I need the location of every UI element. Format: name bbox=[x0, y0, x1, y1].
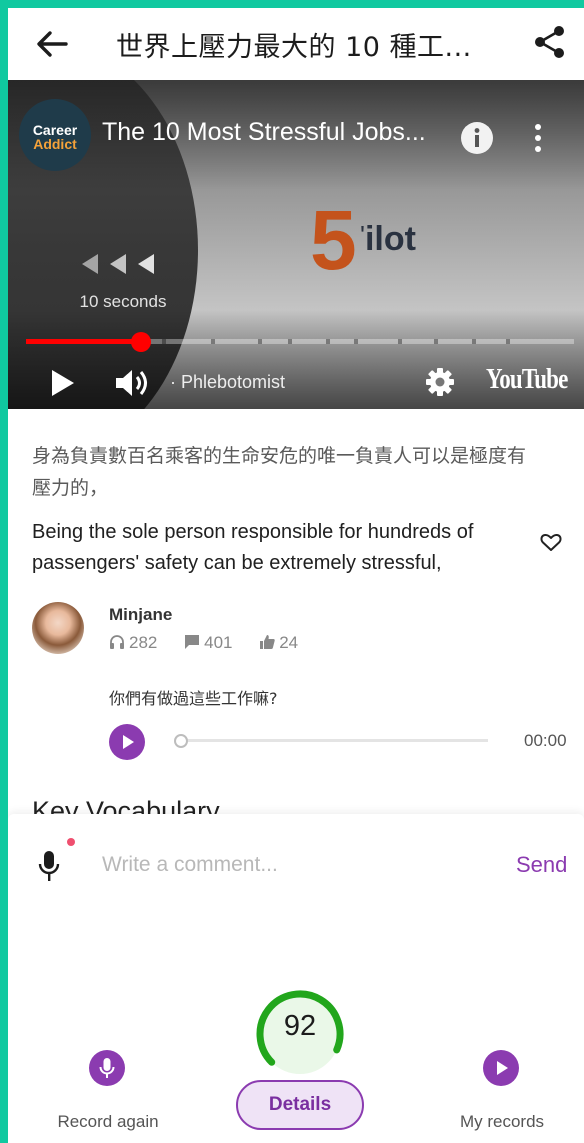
thumbs-up-icon bbox=[260, 635, 275, 649]
video-player[interactable]: Career Addict The 10 Most Stressful Jobs… bbox=[8, 80, 584, 409]
recording-indicator-dot bbox=[67, 838, 75, 846]
microphone-icon[interactable] bbox=[38, 850, 60, 882]
avatar[interactable] bbox=[32, 602, 84, 654]
comment-audio-track[interactable] bbox=[180, 739, 488, 742]
video-progress-fill bbox=[26, 339, 141, 344]
record-again-label[interactable]: Record again bbox=[48, 1112, 168, 1132]
settings-gear-icon[interactable] bbox=[424, 366, 456, 398]
back-arrow-icon[interactable] bbox=[32, 24, 72, 64]
page-title: 世界上壓力最大的 10 種工... bbox=[116, 32, 472, 63]
comment-audio-knob[interactable] bbox=[174, 734, 188, 748]
details-button[interactable]: Details bbox=[236, 1080, 364, 1130]
video-frame-word: 'ilot bbox=[360, 220, 416, 258]
comment-text: 你們有做過這些工作嘛? bbox=[109, 689, 278, 708]
rewind-icon[interactable] bbox=[80, 252, 170, 276]
top-bar: 世界上壓力最大的 10 種工... bbox=[8, 8, 584, 80]
sentence-chinese: 身為負責數百名乘客的生命安危的唯一負責人可以是極度有壓力的， bbox=[32, 445, 527, 499]
like-count: 24 bbox=[259, 633, 298, 653]
comment-icon bbox=[185, 635, 200, 649]
section-heading-vocabulary: Key Vocabulary bbox=[32, 796, 220, 816]
record-again-button[interactable] bbox=[89, 1050, 125, 1086]
rewind-label: 10 seconds bbox=[79, 292, 167, 311]
youtube-logo[interactable]: YouTube bbox=[486, 364, 568, 396]
comment-username[interactable]: Minjane bbox=[109, 605, 172, 625]
play-icon[interactable] bbox=[48, 368, 78, 398]
volume-icon[interactable] bbox=[114, 368, 150, 398]
comment-stats: 282 401 24 bbox=[109, 633, 320, 653]
channel-logo[interactable]: Career Addict bbox=[19, 99, 91, 171]
headphones-icon bbox=[110, 635, 124, 649]
video-frame-number: 5 bbox=[310, 193, 357, 287]
send-button[interactable]: Send bbox=[516, 852, 567, 878]
listen-count: 282 bbox=[109, 633, 157, 653]
sentence-english: Being the sole person responsible for hu… bbox=[32, 521, 474, 574]
comment-input[interactable] bbox=[102, 848, 482, 882]
my-records-play-button[interactable] bbox=[483, 1050, 519, 1086]
share-icon[interactable] bbox=[530, 22, 570, 62]
comment-audio-play-button[interactable] bbox=[109, 724, 145, 760]
video-chapter[interactable]: · Phlebotomist bbox=[170, 372, 285, 393]
microphone-icon bbox=[99, 1058, 115, 1078]
more-vertical-icon[interactable] bbox=[528, 120, 548, 156]
recording-panel: Send 92 Record again Details My records bbox=[8, 814, 584, 1143]
heart-icon[interactable] bbox=[539, 530, 563, 554]
my-records-label[interactable]: My records bbox=[442, 1112, 562, 1132]
comment-audio-time: 00:00 bbox=[524, 731, 567, 750]
app-screen: 世界上壓力最大的 10 種工... Career Addict The 10 M… bbox=[8, 8, 584, 1143]
info-icon[interactable] bbox=[460, 121, 494, 155]
video-progress-thumb[interactable] bbox=[131, 332, 151, 352]
comment-count: 401 bbox=[184, 633, 232, 653]
video-title[interactable]: The 10 Most Stressful Jobs... bbox=[102, 118, 452, 147]
pronunciation-score: 92 bbox=[283, 1010, 317, 1042]
